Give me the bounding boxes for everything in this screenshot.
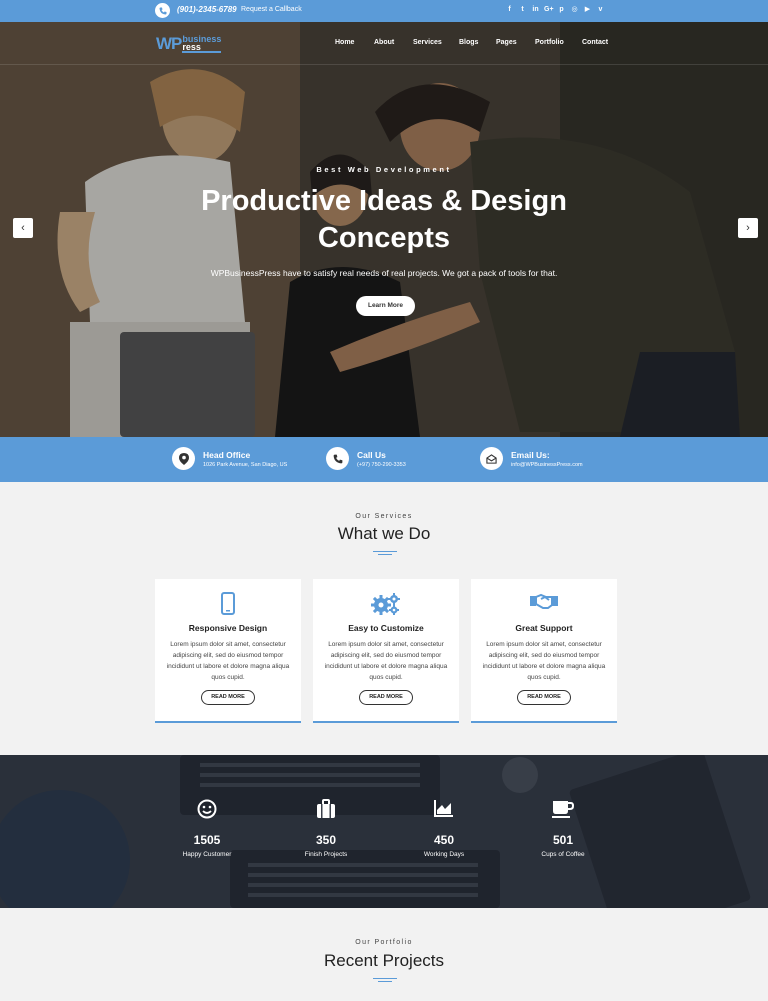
info-detail: 1026 Park Avenue, San Diago, US xyxy=(203,461,288,468)
service-card-support: Great Support Lorem ipsum dolor sit amet… xyxy=(471,579,617,723)
menu-item-about[interactable]: About xyxy=(374,39,394,46)
hero-slider: WP business ress Home About Services Blo… xyxy=(0,22,768,437)
services-kicker: Our Services xyxy=(355,513,413,520)
counters-section: 1505 Happy Customer 350 Finish Projects … xyxy=(0,755,768,908)
contact-info-bar: Head Office 1026 Park Avenue, San Diago,… xyxy=(0,437,768,482)
read-more-button[interactable]: READ MORE xyxy=(359,690,413,705)
main-navigation: WP business ress Home About Services Blo… xyxy=(0,22,768,65)
top-bar: (901)-2345-6789 Request a Callback f t i… xyxy=(0,0,768,22)
chevron-left-icon: ‹ xyxy=(21,222,25,234)
menu-item-portfolio[interactable]: Portfolio xyxy=(535,39,564,46)
menu-item-services[interactable]: Services xyxy=(413,39,442,46)
menu-item-home[interactable]: Home xyxy=(335,39,354,46)
counter-happy-customer: 1505 Happy Customer xyxy=(162,799,252,858)
portfolio-section: Our Portfolio Recent Projects xyxy=(0,908,768,1001)
portfolio-title: Recent Projects xyxy=(324,951,444,970)
slider-next-button[interactable]: › xyxy=(738,218,758,238)
portfolio-kicker: Our Portfolio xyxy=(355,939,413,946)
info-call-us: Call Us (+97) 750-290-3353 xyxy=(326,447,406,470)
slider-prev-button[interactable]: ‹ xyxy=(13,218,33,238)
read-more-button[interactable]: READ MORE xyxy=(517,690,571,705)
service-title: Responsive Design xyxy=(188,623,268,633)
chevron-right-icon: › xyxy=(746,222,750,234)
menu-item-blogs[interactable]: Blogs xyxy=(459,39,478,46)
info-detail[interactable]: (+97) 750-290-3353 xyxy=(357,462,406,468)
mobile-phone-icon xyxy=(155,592,301,616)
menu-item-pages[interactable]: Pages xyxy=(496,39,517,46)
service-card-customize: Easy to Customize Lorem ipsum dolor sit … xyxy=(313,579,459,723)
coffee-cup-icon xyxy=(518,799,608,821)
facebook-icon[interactable]: f xyxy=(505,5,514,15)
hero-kicker: Best Web Development xyxy=(316,165,452,174)
area-chart-icon xyxy=(399,799,489,821)
read-more-button[interactable]: READ MORE xyxy=(201,690,255,705)
vimeo-icon[interactable]: v xyxy=(596,5,605,15)
counter-label: Cups of Coffee xyxy=(541,851,585,858)
logo-wp: WP xyxy=(156,34,182,53)
location-pin-icon xyxy=(172,447,195,470)
pinterest-icon[interactable]: p xyxy=(557,5,566,15)
counter-value: 450 xyxy=(433,833,455,847)
phone-icon xyxy=(326,447,349,470)
services-section: Our Services What we Do Responsive Desig… xyxy=(0,482,768,755)
smiley-icon xyxy=(162,799,252,821)
google-plus-icon[interactable]: G+ xyxy=(544,5,554,15)
service-text: Lorem ipsum dolor sit amet, consectetur … xyxy=(324,641,448,681)
info-title: Call Us xyxy=(357,449,386,460)
hero-subtitle: WPBusinessPress have to satisfy real nee… xyxy=(210,268,558,278)
envelope-icon xyxy=(480,447,503,470)
service-title: Great Support xyxy=(515,623,573,633)
info-email-us: Email Us: info@WPBusinessPress.com xyxy=(480,447,583,470)
top-phone-number[interactable]: (901)-2345-6789 xyxy=(177,5,237,14)
services-title: What we Do xyxy=(337,524,431,543)
title-underline xyxy=(373,551,397,555)
phone-icon xyxy=(155,3,170,18)
social-links: f t in G+ p ◎ ▶ v xyxy=(505,5,605,15)
request-callback-link[interactable]: Request a Callback xyxy=(241,6,302,13)
linkedin-icon[interactable]: in xyxy=(531,5,540,15)
gears-icon xyxy=(313,592,459,616)
service-text: Lorem ipsum dolor sit amet, consectetur … xyxy=(482,641,606,681)
twitter-icon[interactable]: t xyxy=(518,5,527,15)
menu-item-contact[interactable]: Contact xyxy=(582,39,608,46)
learn-more-button[interactable]: Learn More xyxy=(356,296,415,316)
handshake-icon xyxy=(471,592,617,616)
logo-press: ress xyxy=(182,43,222,53)
service-title: Easy to Customize xyxy=(348,623,424,633)
counter-cups-of-coffee: 501 Cups of Coffee xyxy=(518,799,608,858)
title-underline xyxy=(373,978,397,982)
service-card-responsive: Responsive Design Lorem ipsum dolor sit … xyxy=(155,579,301,723)
youtube-icon[interactable]: ▶ xyxy=(583,5,592,15)
counter-value: 1505 xyxy=(193,833,221,847)
info-detail[interactable]: info@WPBusinessPress.com xyxy=(511,462,583,468)
counter-value: 501 xyxy=(552,833,574,847)
service-text: Lorem ipsum dolor sit amet, consectetur … xyxy=(166,641,290,681)
counter-label: Happy Customer xyxy=(182,851,232,858)
hero-title: Productive Ideas & Design Concepts xyxy=(201,185,567,254)
counter-finish-projects: 350 Finish Projects xyxy=(281,799,371,858)
info-title: Head Office xyxy=(203,449,251,460)
instagram-icon[interactable]: ◎ xyxy=(570,5,579,15)
briefcase-icon xyxy=(281,799,371,821)
counter-label: Finish Projects xyxy=(304,851,348,858)
site-logo[interactable]: WP business ress xyxy=(156,34,222,54)
counter-label: Working Days xyxy=(423,851,465,858)
counter-value: 350 xyxy=(315,833,337,847)
info-head-office: Head Office 1026 Park Avenue, San Diago,… xyxy=(172,447,287,470)
counter-working-days: 450 Working Days xyxy=(399,799,489,858)
info-title: Email Us: xyxy=(511,449,550,460)
